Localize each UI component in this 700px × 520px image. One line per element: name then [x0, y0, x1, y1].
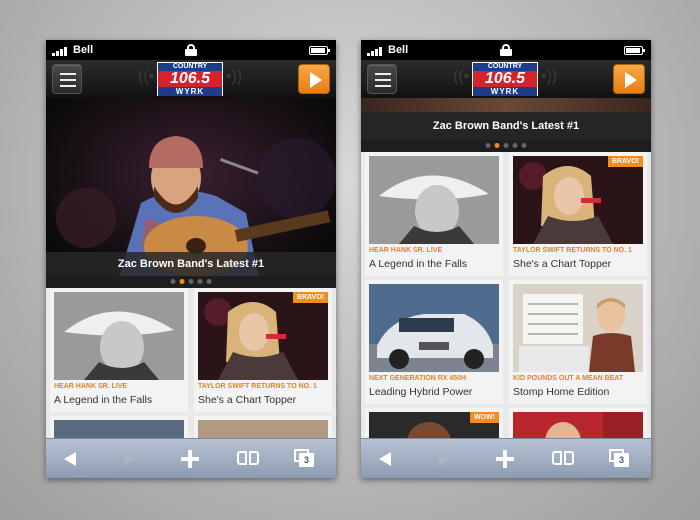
back-arrow-icon	[379, 452, 391, 466]
status-bar: Bell	[361, 40, 651, 60]
story-kicker: TAYLOR SWIFT RETURNS TO NO. 1	[198, 383, 317, 390]
story-headline[interactable]: She's a Chart Topper	[198, 394, 296, 406]
bookmarks-button[interactable]	[236, 447, 260, 471]
forward-button[interactable]	[118, 447, 142, 471]
broadcast-waves-left-icon: ((•	[138, 68, 155, 85]
carrier-name: Bell	[388, 44, 409, 56]
story-headline[interactable]: She's a Chart Topper	[513, 258, 611, 270]
lock-icon	[500, 44, 512, 56]
story-headline[interactable]: A Legend in the Falls	[54, 394, 152, 406]
add-bookmark-button[interactable]	[493, 447, 517, 471]
signal-icon	[52, 47, 70, 56]
story-card[interactable]: WOW!	[365, 408, 503, 442]
story-badge: BRAVO!	[292, 292, 328, 303]
phone-screen-right: Bell ((• COUNTRY 106.5 WYRK •)) Zac Brow…	[361, 40, 651, 478]
station-logo[interactable]: COUNTRY 106.5 WYRK	[472, 62, 538, 96]
pager-dot[interactable]	[197, 279, 203, 284]
story-card[interactable]: HEAR HANK SR. LIVE A Legend in the Falls	[365, 152, 503, 276]
browser-toolbar: 3	[361, 438, 651, 478]
menu-button[interactable]	[52, 64, 82, 94]
story-thumbnail	[513, 284, 643, 372]
lock-icon	[185, 44, 197, 56]
back-button[interactable]	[375, 447, 399, 471]
story-card[interactable]	[509, 408, 647, 442]
pager-dot[interactable]	[170, 279, 176, 284]
browser-toolbar: 3	[46, 438, 336, 478]
story-grid: HEAR HANK SR. LIVE A Legend in the Falls…	[46, 288, 336, 446]
story-headline[interactable]: Leading Hybrid Power	[369, 386, 472, 398]
story-kicker: KID POUNDS OUT A MEAN BEAT	[513, 375, 624, 382]
station-logo[interactable]: COUNTRY 106.5 WYRK	[157, 62, 223, 96]
broadcast-waves-right-icon: •))	[541, 68, 558, 85]
story-card[interactable]: BRAVO! TAYLOR SWIFT RETURNS TO NO. 1 She…	[194, 288, 332, 412]
tabs-icon: 3	[609, 449, 629, 467]
forward-arrow-icon	[439, 452, 451, 466]
forward-button[interactable]	[433, 447, 457, 471]
story-thumbnail	[513, 156, 643, 244]
app-header: ((• COUNTRY 106.5 WYRK •))	[46, 60, 336, 98]
menu-button[interactable]	[367, 64, 397, 94]
story-kicker: NEXT GENERATION RX 450H	[369, 375, 467, 382]
battery-icon	[624, 46, 645, 55]
pager-dot[interactable]	[188, 279, 194, 284]
story-badge: WOW!	[470, 412, 499, 423]
add-bookmark-button[interactable]	[178, 447, 202, 471]
story-kicker: HEAR HANK SR. LIVE	[54, 383, 128, 390]
tabs-button[interactable]: 3	[292, 447, 316, 471]
story-badge: BRAVO!	[607, 156, 643, 167]
carrier-name: Bell	[73, 44, 94, 56]
play-button[interactable]	[298, 64, 330, 94]
phone-screen-left: Bell ((• COUNTRY 106.5 WYRK •)) Zac Brow…	[46, 40, 336, 478]
story-kicker: HEAR HANK SR. LIVE	[369, 247, 443, 254]
play-icon	[625, 72, 637, 88]
broadcast-waves-right-icon: •))	[226, 68, 243, 85]
app-header: ((• COUNTRY 106.5 WYRK •))	[361, 60, 651, 98]
tabs-button[interactable]: 3	[607, 447, 631, 471]
story-headline[interactable]: A Legend in the Falls	[369, 258, 467, 270]
story-grid: HEAR HANK SR. LIVE A Legend in the Falls…	[361, 152, 651, 442]
hero-carousel[interactable]: Zac Brown Band's Latest #1	[46, 98, 336, 288]
story-thumbnail	[198, 292, 328, 380]
story-thumbnail	[54, 292, 184, 380]
hero-carousel[interactable]: Zac Brown Band's Latest #1	[361, 98, 651, 140]
story-thumbnail	[369, 156, 499, 244]
signal-icon	[367, 47, 385, 56]
pager-dot[interactable]	[521, 143, 527, 148]
forward-arrow-icon	[124, 452, 136, 466]
status-bar: Bell	[46, 40, 336, 60]
story-card[interactable]: NEXT GENERATION RX 450H Leading Hybrid P…	[365, 280, 503, 404]
hero-image	[361, 98, 651, 112]
back-arrow-icon	[64, 452, 76, 466]
carousel-pager[interactable]	[361, 140, 651, 152]
tabs-icon: 3	[294, 449, 314, 467]
bookmarks-icon	[237, 451, 259, 465]
story-card[interactable]: HEAR HANK SR. LIVE A Legend in the Falls	[50, 288, 188, 412]
story-headline[interactable]: Stomp Home Edition	[513, 386, 609, 398]
story-card[interactable]: KID POUNDS OUT A MEAN BEAT Stomp Home Ed…	[509, 280, 647, 404]
play-button[interactable]	[613, 64, 645, 94]
battery-icon	[309, 46, 330, 55]
pager-dot-active[interactable]	[179, 279, 185, 284]
pager-dot[interactable]	[503, 143, 509, 148]
pager-dot-active[interactable]	[494, 143, 500, 148]
hero-caption[interactable]: Zac Brown Band's Latest #1	[361, 112, 651, 140]
pager-dot[interactable]	[485, 143, 491, 148]
carousel-pager[interactable]	[46, 276, 336, 288]
hero-caption[interactable]: Zac Brown Band's Latest #1	[46, 252, 336, 276]
story-card[interactable]: BRAVO! TAYLOR SWIFT RETURNS TO NO. 1 She…	[509, 152, 647, 276]
bookmarks-icon	[552, 451, 574, 465]
broadcast-waves-left-icon: ((•	[453, 68, 470, 85]
pager-dot[interactable]	[512, 143, 518, 148]
pager-dot[interactable]	[206, 279, 212, 284]
bookmarks-button[interactable]	[551, 447, 575, 471]
back-button[interactable]	[60, 447, 84, 471]
story-kicker: TAYLOR SWIFT RETURNS TO NO. 1	[513, 247, 632, 254]
story-thumbnail	[369, 284, 499, 372]
play-icon	[310, 72, 322, 88]
